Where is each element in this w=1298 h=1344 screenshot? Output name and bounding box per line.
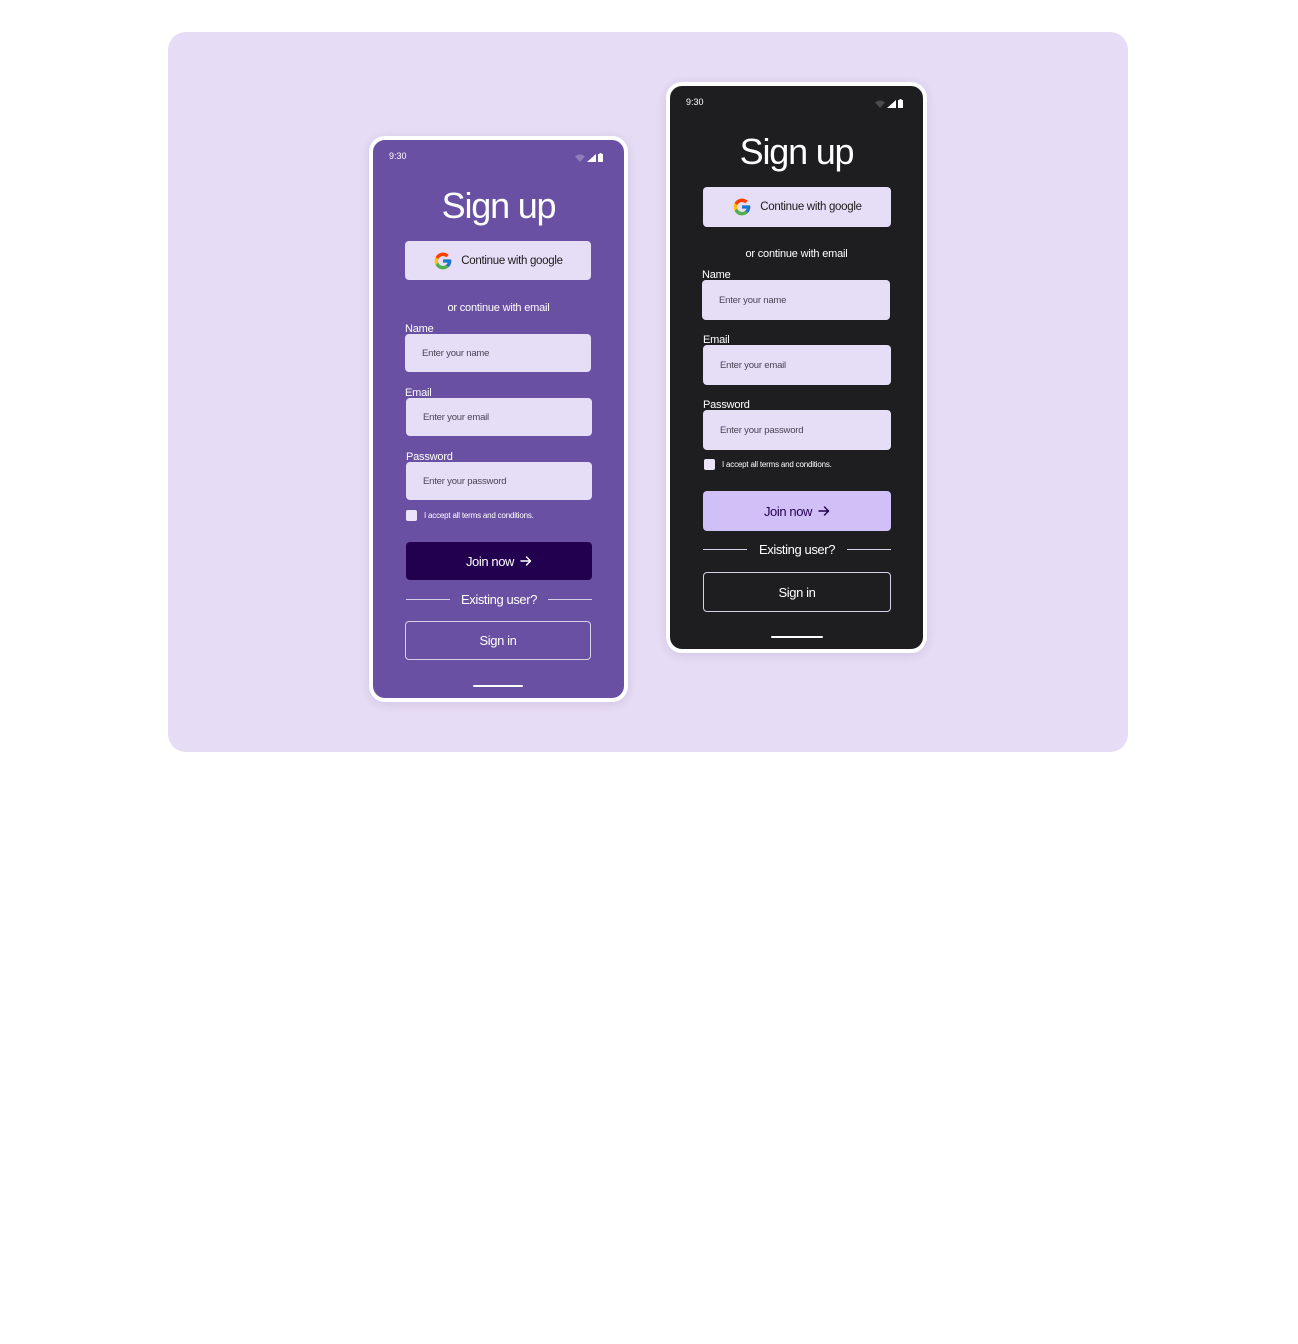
phone-purple: 9:30 Sign up Continue with google or con… <box>369 136 628 702</box>
terms-checkbox[interactable] <box>704 459 715 470</box>
terms-text: I accept all terms and conditions. <box>722 460 832 469</box>
name-input[interactable]: Enter your name <box>405 334 591 372</box>
status-time: 9:30 <box>686 97 704 107</box>
existing-user-divider: Existing user? <box>703 542 891 557</box>
google-icon <box>733 198 751 216</box>
join-now-label: Join now <box>465 553 515 569</box>
join-now-button[interactable]: Join now <box>703 491 891 531</box>
join-now-label: Join now <box>763 503 813 519</box>
arrow-right-icon <box>818 506 830 516</box>
terms-checkbox[interactable] <box>406 510 417 521</box>
divider-line-right <box>847 549 891 550</box>
signal-icon <box>887 99 896 108</box>
join-now-button[interactable]: Join now <box>406 542 592 580</box>
terms-row: I accept all terms and conditions. <box>704 459 832 470</box>
signal-icon <box>587 153 596 162</box>
home-indicator <box>473 685 523 687</box>
existing-user-text: Existing user? <box>460 592 538 607</box>
battery-icon <box>598 153 603 162</box>
home-indicator <box>771 636 823 638</box>
password-input[interactable]: Enter your password <box>703 410 891 450</box>
google-button-label: Continue with google <box>461 254 563 267</box>
battery-icon <box>898 99 903 108</box>
divider-line-left <box>703 549 747 550</box>
presentation-canvas <box>168 32 1128 752</box>
status-time: 9:30 <box>389 151 407 161</box>
status-icons <box>575 153 603 162</box>
name-input[interactable]: Enter your name <box>702 280 890 320</box>
google-icon <box>434 252 452 269</box>
wifi-icon <box>575 154 585 162</box>
or-continue-text: or continue with email <box>745 248 848 260</box>
page-title: Sign up <box>739 131 855 172</box>
password-input[interactable]: Enter your password <box>406 462 592 500</box>
terms-text: I accept all terms and conditions. <box>424 511 534 520</box>
email-input[interactable]: Enter your email <box>703 345 891 385</box>
or-continue-text: or continue with email <box>447 302 550 314</box>
arrow-right-icon <box>520 556 532 566</box>
divider-line-right <box>548 599 592 600</box>
google-button-label: Continue with google <box>760 201 862 213</box>
sign-in-button[interactable]: Sign in <box>405 621 591 660</box>
page-title: Sign up <box>441 185 557 226</box>
sign-in-button[interactable]: Sign in <box>703 572 891 612</box>
divider-line-left <box>406 599 450 600</box>
continue-with-google-button[interactable]: Continue with google <box>405 241 591 280</box>
existing-user-divider: Existing user? <box>406 592 592 607</box>
phone-dark: 9:30 Sign up Continue with google or con… <box>666 82 927 653</box>
wifi-icon <box>875 100 885 108</box>
continue-with-google-button[interactable]: Continue with google <box>703 187 891 227</box>
terms-row: I accept all terms and conditions. <box>406 510 534 521</box>
existing-user-text: Existing user? <box>758 542 836 557</box>
email-input[interactable]: Enter your email <box>406 398 592 436</box>
status-icons <box>875 99 903 108</box>
